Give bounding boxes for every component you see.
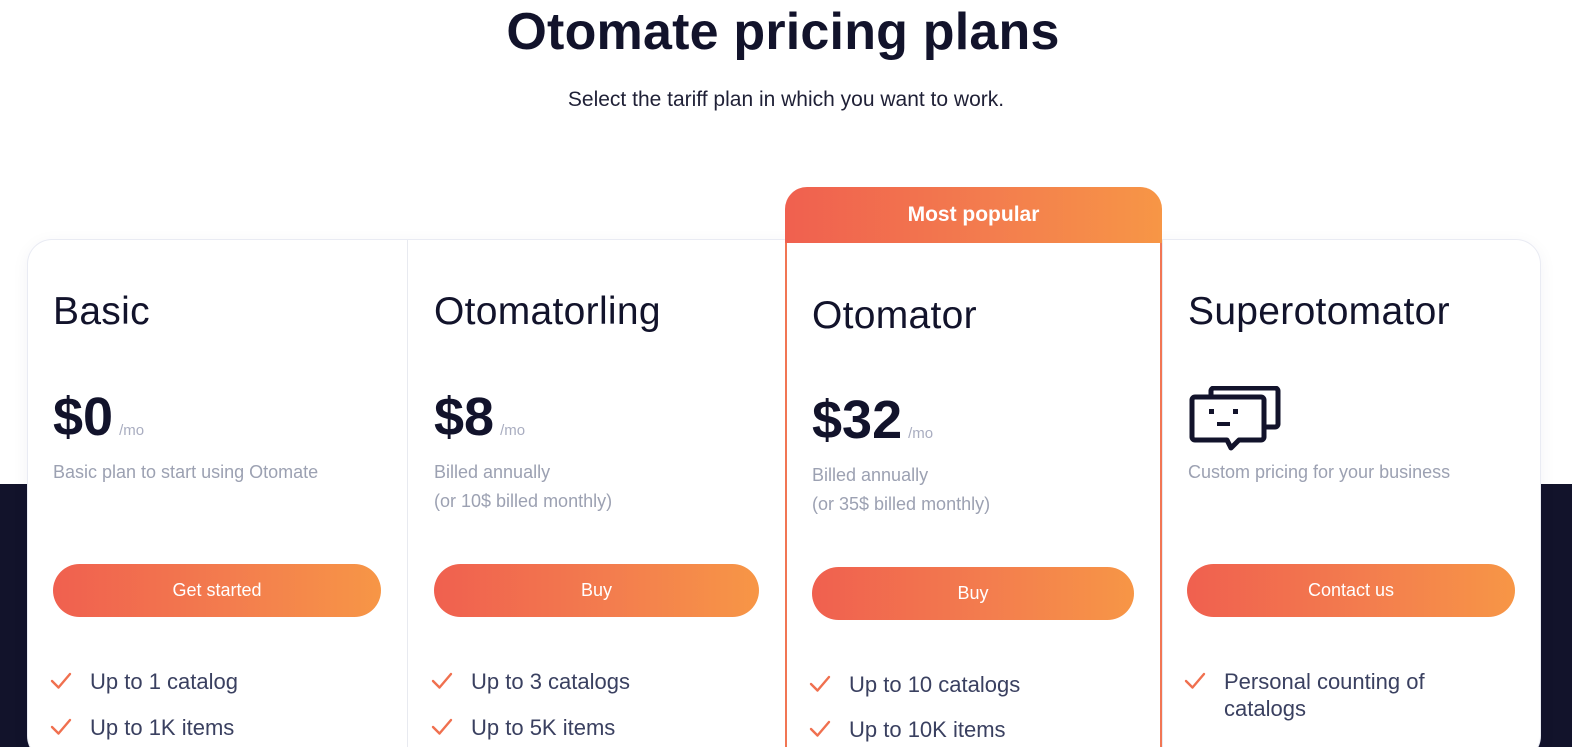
plan-name: Superotomator	[1188, 290, 1450, 333]
feature-label: Up to 10K items	[849, 717, 1006, 742]
plan-note: Custom pricing for your business	[1188, 458, 1450, 487]
feature-item: Up to 1K items	[50, 714, 238, 741]
feature-label: Up to 10 catalogs	[849, 672, 1021, 697]
plan-name: Otomator	[812, 294, 977, 337]
card-divider	[1162, 240, 1163, 747]
feature-item: Personal counting of catalogs	[1184, 668, 1474, 722]
feature-list: Up to 3 catalogs Up to 5K items	[431, 668, 630, 741]
price-period: /mo	[119, 422, 145, 439]
feature-label: Up to 5K items	[471, 715, 616, 740]
plan-note-line: Basic plan to start using Otomate	[53, 462, 319, 482]
feature-list: Up to 10 catalogs Up to 10K items	[809, 671, 1020, 743]
price-row: $8/mo	[434, 386, 525, 448]
feature-label: Up to 1 catalog	[90, 669, 238, 694]
price-period: /mo	[908, 425, 934, 442]
page-title: Otomate pricing plans	[506, 3, 1060, 61]
price-row: $0/mo	[53, 386, 144, 448]
check-icon	[50, 672, 72, 689]
feature-list: Up to 1 catalog Up to 1K items	[50, 668, 238, 741]
get-started-button[interactable]: Get started	[53, 564, 381, 617]
buy-button[interactable]: Buy	[434, 564, 759, 617]
contact-us-button[interactable]: Contact us	[1187, 564, 1515, 617]
plan-name: Otomatorling	[434, 290, 661, 333]
plan-note: Billed annually (or 35$ billed monthly)	[812, 461, 990, 519]
chat-bubbles-icon	[1189, 386, 1281, 451]
buy-button[interactable]: Buy	[812, 567, 1134, 620]
check-icon	[431, 672, 453, 689]
price-period: /mo	[500, 422, 526, 439]
feature-label: Personal counting of catalogs	[1224, 669, 1425, 721]
price-row: $32/mo	[812, 389, 933, 451]
plan-note-line: Custom pricing for your business	[1188, 462, 1451, 482]
check-icon	[431, 718, 453, 735]
plan-note: Basic plan to start using Otomate	[53, 458, 318, 487]
check-icon	[50, 718, 72, 735]
plan-price: $32	[812, 390, 903, 450]
feature-list: Personal counting of catalogs	[1184, 668, 1474, 722]
check-icon	[809, 675, 831, 692]
most-popular-badge: Most popular	[785, 187, 1162, 243]
plan-price: $0	[53, 387, 114, 447]
page-subtitle: Select the tariff plan in which you want…	[567, 88, 1005, 111]
plan-note-line: Billed annually	[812, 465, 929, 485]
feature-item: Up to 10 catalogs	[809, 671, 1020, 698]
feature-item: Up to 5K items	[431, 714, 630, 741]
feature-item: Up to 1 catalog	[50, 668, 238, 695]
check-icon	[809, 720, 831, 737]
plan-note-line: Billed annually	[434, 462, 551, 482]
feature-item: Up to 3 catalogs	[431, 668, 630, 695]
plan-price: $8	[434, 387, 495, 447]
plan-note: Billed annually (or 10$ billed monthly)	[434, 458, 612, 516]
feature-item: Up to 10K items	[809, 716, 1020, 743]
card-divider	[407, 240, 408, 747]
plan-note-line: (or 10$ billed monthly)	[434, 491, 613, 511]
plan-note-line: (or 35$ billed monthly)	[812, 494, 991, 514]
feature-label: Up to 1K items	[90, 715, 235, 740]
feature-label: Up to 3 catalogs	[471, 669, 630, 694]
plan-name: Basic	[53, 290, 150, 333]
check-icon	[1184, 672, 1206, 689]
